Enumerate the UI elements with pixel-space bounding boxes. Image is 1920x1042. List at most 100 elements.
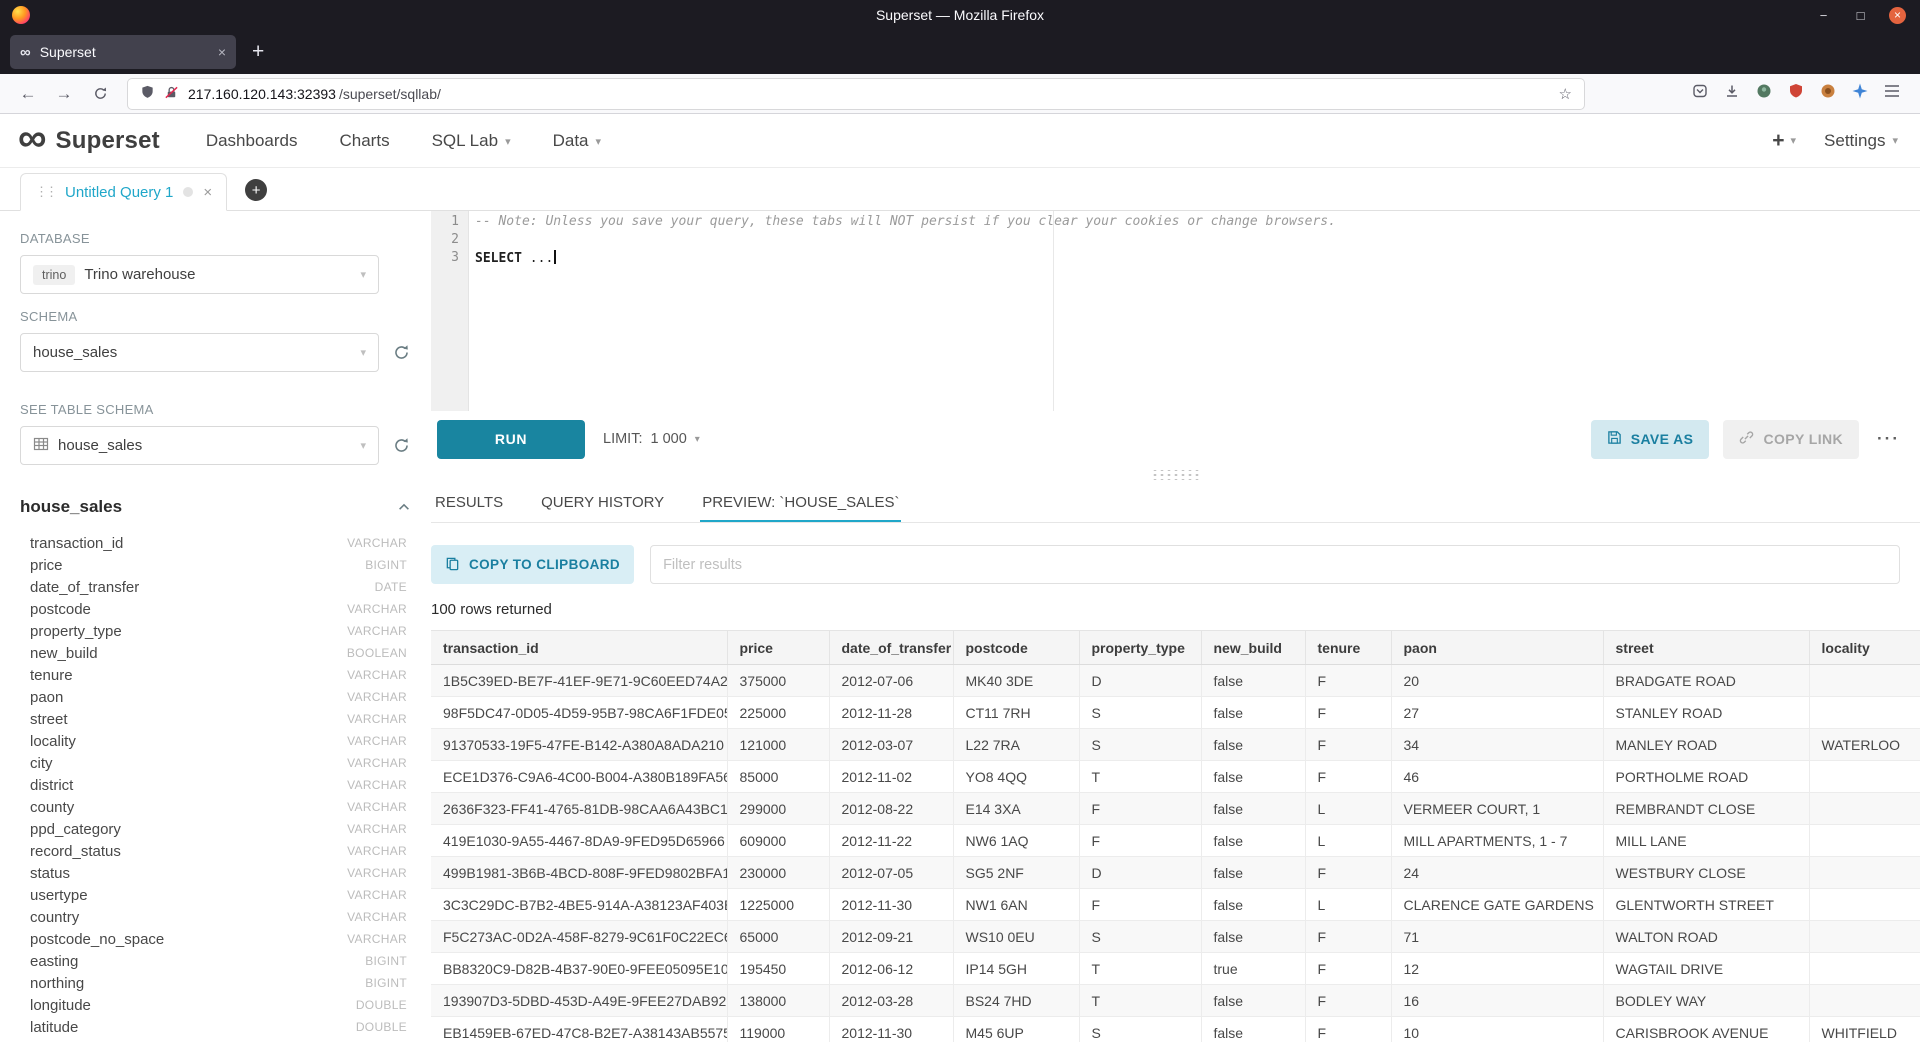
- table-cell: 65000: [727, 921, 829, 953]
- pocket-icon[interactable]: [1692, 83, 1708, 104]
- column-header-paon[interactable]: paon: [1391, 631, 1603, 665]
- extension-icon-4[interactable]: [1852, 83, 1868, 104]
- tracking-protection-shield-icon[interactable]: [140, 84, 155, 103]
- browser-tab-superset[interactable]: ∞ Superset ×: [10, 35, 236, 69]
- column-name: postcode: [30, 601, 91, 618]
- window-minimize-button[interactable]: −: [1815, 7, 1832, 24]
- sql-editor[interactable]: 123 -- Note: Unless you save your query,…: [431, 211, 1920, 411]
- table-row: EB1459EB-67ED-47C8-B2E7-A38143AB55751190…: [431, 1017, 1920, 1042]
- column-row: districtVARCHAR: [20, 774, 411, 796]
- filter-results-input[interactable]: [650, 545, 1900, 584]
- new-browser-tab-button[interactable]: +: [252, 40, 264, 64]
- nav-item-sql-lab[interactable]: SQL Lab▾: [432, 131, 511, 151]
- column-header-date-of-transfer[interactable]: date_of_transfer: [829, 631, 953, 665]
- column-header-property-type[interactable]: property_type: [1079, 631, 1201, 665]
- line-number: 3: [431, 250, 468, 268]
- editor-code[interactable]: -- Note: Unless you save your query, the…: [469, 211, 1920, 411]
- table-cell: F: [1305, 1017, 1391, 1042]
- url-bar[interactable]: 217.160.120.143:32393 /superset/sqllab/ …: [128, 79, 1584, 109]
- column-header-transaction-id[interactable]: transaction_id: [431, 631, 727, 665]
- more-options-button[interactable]: ···: [1877, 429, 1900, 449]
- refresh-tables-icon[interactable]: [391, 436, 411, 456]
- table-cell: [1809, 953, 1920, 985]
- nav-item-label: Dashboards: [206, 131, 298, 151]
- save-as-button[interactable]: SAVE AS: [1591, 420, 1710, 459]
- superset-logo[interactable]: ∞ Superset: [18, 127, 160, 155]
- column-header-new-build[interactable]: new_build: [1201, 631, 1305, 665]
- table-cell: S: [1079, 697, 1201, 729]
- download-icon[interactable]: [1724, 83, 1740, 104]
- column-header-price[interactable]: price: [727, 631, 829, 665]
- table-cell: PORTHOLME ROAD: [1603, 761, 1809, 793]
- table-cell: 10: [1391, 1017, 1603, 1042]
- column-row: postcodeVARCHAR: [20, 598, 411, 620]
- table-cell: F: [1305, 921, 1391, 953]
- extension-icon-1[interactable]: [1756, 83, 1772, 104]
- table-cell: 3C3C29DC-B7B2-4BE5-914A-A38123AF403B: [431, 889, 727, 921]
- column-header-street[interactable]: street: [1603, 631, 1809, 665]
- results-pane-tab-results[interactable]: RESULTS: [433, 483, 505, 522]
- code-line: -- Note: Unless you save your query, the…: [469, 214, 1920, 232]
- limit-dropdown[interactable]: LIMIT: 1 000 ▾: [603, 431, 700, 447]
- column-header-postcode[interactable]: postcode: [953, 631, 1079, 665]
- table-cell: 12: [1391, 953, 1603, 985]
- column-name: date_of_transfer: [30, 579, 139, 596]
- column-type: VARCHAR: [347, 712, 411, 726]
- table-cell: 225000: [727, 697, 829, 729]
- table-cell: 2012-11-22: [829, 825, 953, 857]
- nav-item-data[interactable]: Data▾: [553, 131, 601, 151]
- table-select[interactable]: house_sales ▾: [20, 426, 379, 465]
- copy-link-button[interactable]: COPY LINK: [1723, 420, 1859, 459]
- tab-close-icon[interactable]: ×: [218, 44, 226, 60]
- schema-select[interactable]: house_sales ▾: [20, 333, 379, 372]
- table-cell: F: [1079, 825, 1201, 857]
- rows-returned-text: 100 rows returned: [431, 601, 1920, 618]
- extension-icon-3[interactable]: [1820, 83, 1836, 104]
- chevron-up-icon[interactable]: [397, 500, 411, 514]
- column-type: DOUBLE: [356, 1020, 411, 1034]
- window-close-button[interactable]: ×: [1889, 7, 1906, 24]
- screen: Superset — Mozilla Firefox − □ × ∞ Super…: [0, 0, 1920, 1042]
- nav-item-label: Charts: [340, 131, 390, 151]
- table-cell: GLENTWORTH STREET: [1603, 889, 1809, 921]
- table-cell: D: [1079, 665, 1201, 697]
- column-row: record_statusVARCHAR: [20, 840, 411, 862]
- window-maximize-button[interactable]: □: [1852, 7, 1869, 24]
- copy-icon: [445, 556, 460, 574]
- hamburger-menu-icon[interactable]: [1884, 84, 1900, 103]
- drag-handle-icon[interactable]: ⋮⋮: [35, 184, 55, 200]
- bookmark-star-icon[interactable]: ☆: [1559, 85, 1572, 103]
- back-button[interactable]: ←: [12, 80, 44, 108]
- nav-item-dashboards[interactable]: Dashboards: [206, 131, 298, 151]
- table-cell: 2012-07-06: [829, 665, 953, 697]
- table-cell: 2012-03-28: [829, 985, 953, 1017]
- insecure-lock-icon[interactable]: [164, 85, 179, 103]
- copy-to-clipboard-button[interactable]: COPY TO CLIPBOARD: [431, 545, 634, 584]
- results-pane-tab-preview-house-sales[interactable]: PREVIEW: `HOUSE_SALES`: [700, 483, 901, 522]
- pane-resize-handle[interactable]: [431, 467, 1920, 483]
- column-row: ppd_categoryVARCHAR: [20, 818, 411, 840]
- extension-icon-2[interactable]: [1788, 83, 1804, 104]
- query-tab-active[interactable]: ⋮⋮ Untitled Query 1 ×: [20, 173, 227, 211]
- new-query-tab-button[interactable]: +: [245, 179, 267, 201]
- run-query-button[interactable]: RUN: [437, 420, 585, 459]
- query-tab-close-icon[interactable]: ×: [203, 184, 212, 201]
- refresh-schemas-icon[interactable]: [391, 343, 411, 363]
- nav-item-charts[interactable]: Charts: [340, 131, 390, 151]
- text-cursor: [554, 250, 556, 264]
- table-cell: WATERLOO: [1809, 729, 1920, 761]
- table-cell: [1809, 857, 1920, 889]
- column-row: postcode_no_spaceVARCHAR: [20, 928, 411, 950]
- reload-button[interactable]: [84, 80, 116, 108]
- column-header-locality[interactable]: locality: [1809, 631, 1920, 665]
- column-name: longitude: [30, 997, 91, 1014]
- table-cell: 1225000: [727, 889, 829, 921]
- settings-menu-button[interactable]: Settings ▾: [1824, 131, 1898, 151]
- table-cell: 609000: [727, 825, 829, 857]
- database-select[interactable]: trino Trino warehouse ▾: [20, 255, 379, 294]
- forward-button[interactable]: →: [48, 80, 80, 108]
- table-cell: false: [1201, 825, 1305, 857]
- add-menu-button[interactable]: + ▾: [1772, 129, 1796, 153]
- results-pane-tab-query-history[interactable]: QUERY HISTORY: [539, 483, 666, 522]
- column-header-tenure[interactable]: tenure: [1305, 631, 1391, 665]
